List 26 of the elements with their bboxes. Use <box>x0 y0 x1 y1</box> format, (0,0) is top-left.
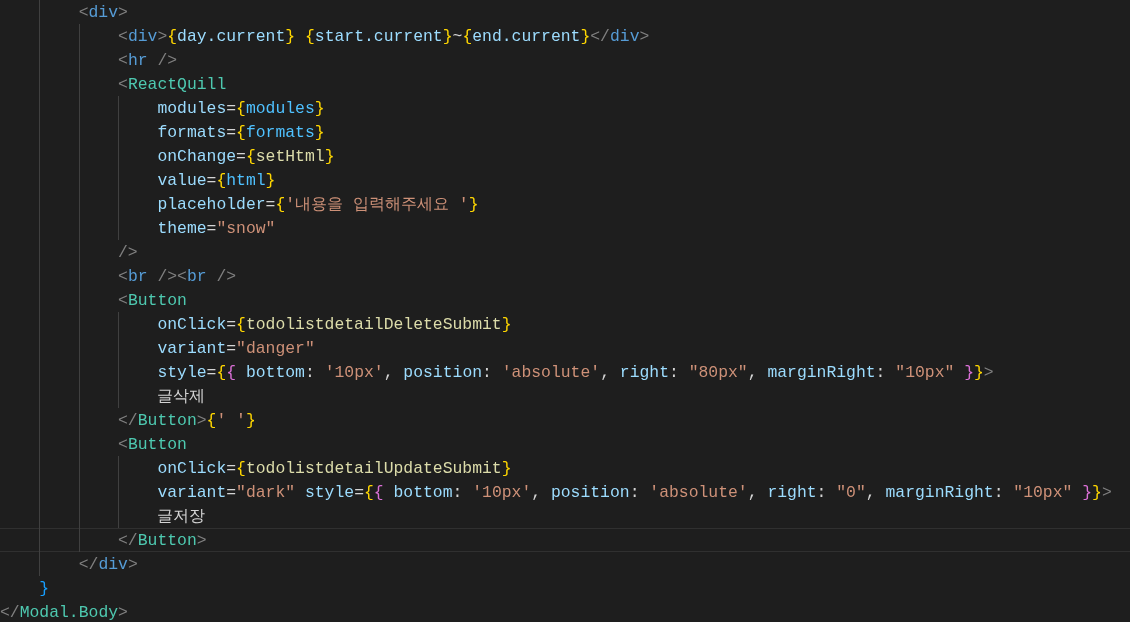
code-line: style={{ bottom: '10px', position: 'absolute', right: "80px", marginRight: "10px" }}> <box>0 360 1130 384</box>
code-line: </Modal.Body> <box>0 602 129 622</box>
code-line: placeholder={'내용을 입력해주세요 '} <box>0 192 1130 216</box>
code-line: 글삭제 <box>0 384 1130 408</box>
code-line: theme="snow" <box>0 216 1130 240</box>
code-line: } <box>38 578 51 600</box>
code-line: <Button <box>0 288 1130 312</box>
code-line: <hr /> <box>0 48 1130 72</box>
code-line: 글저장 <box>0 504 1130 528</box>
code-line: modules={modules} <box>0 96 1130 120</box>
code-line: <br /><br /> <box>0 264 1130 288</box>
code-line: formats={formats} <box>0 120 1130 144</box>
code-line: <div> <box>0 0 1130 24</box>
code-line: variant="danger" <box>0 336 1130 360</box>
code-line: </Button> <box>0 528 1130 552</box>
code-line: /> <box>0 240 1130 264</box>
code-line: <Button <box>0 432 1130 456</box>
code-line: onChange={setHtml} <box>0 144 1130 168</box>
code-line: onClick={todolistdetailDeleteSubmit} <box>0 312 1130 336</box>
code-line: <div>{day.current} {start.current}~{end.current}</div> <box>0 24 1130 48</box>
code-line: </Button>{' '} <box>0 408 1130 432</box>
code-line: onClick={todolistdetailUpdateSubmit} <box>0 456 1130 480</box>
code-line: value={html} <box>0 168 1130 192</box>
code-line: variant="dark" style={{ bottom: '10px', position: 'absolute', right: "0", marginRight: "10px" }}> <box>0 480 1130 504</box>
code-line: <ReactQuill <box>0 72 1130 96</box>
code-line: </div> <box>0 552 1130 576</box>
